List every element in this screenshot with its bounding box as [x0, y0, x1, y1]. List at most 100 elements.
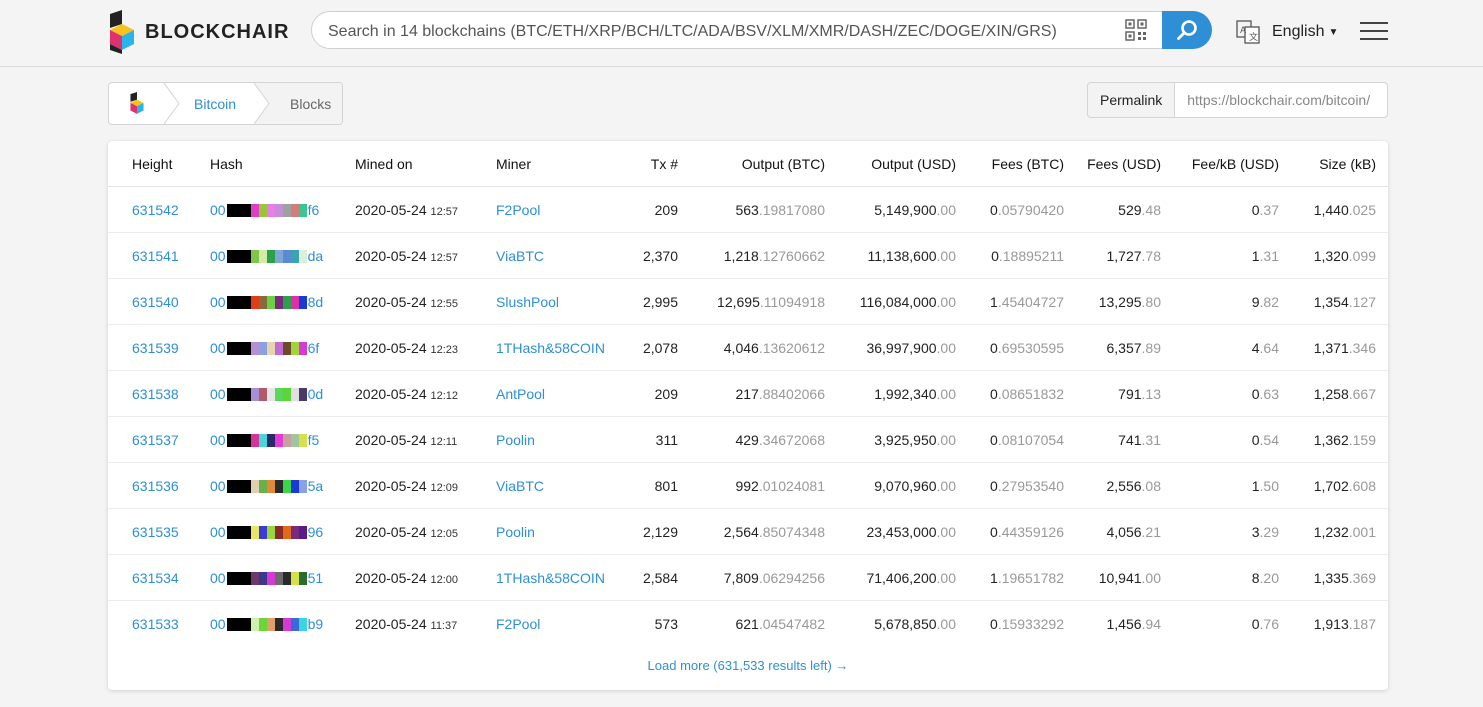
fees-btc-frac: .08651832: [997, 385, 1064, 402]
fees-usd-frac: .80: [1141, 293, 1161, 310]
block-hash-link[interactable]: 00 8d: [210, 294, 323, 310]
fees-btc-int: 0: [990, 523, 998, 540]
block-height-link[interactable]: 631537: [132, 432, 179, 448]
miner-link[interactable]: F2Pool: [496, 202, 540, 218]
miner-link[interactable]: AntPool: [496, 386, 545, 402]
column-header-tx-count[interactable]: Tx #: [616, 141, 678, 187]
qr-code-icon[interactable]: [1125, 19, 1147, 41]
mined-date: 2020-05-24: [355, 247, 427, 264]
column-header-fees-usd[interactable]: Fees (USD): [1064, 141, 1161, 187]
miner-link[interactable]: F2Pool: [496, 616, 540, 632]
load-more-link[interactable]: Load more (631,533 results left) →: [108, 658, 1388, 673]
column-header-fee-per-kb[interactable]: Fee/kB (USD): [1161, 141, 1279, 187]
breadcrumb-home[interactable]: [109, 83, 164, 124]
block-hash-link[interactable]: 00 da: [210, 248, 323, 264]
column-header-hash[interactable]: Hash: [210, 141, 355, 187]
fees-usd-int: 2,556: [1106, 477, 1142, 494]
search-input[interactable]: [326, 20, 1120, 44]
fee-per-kb-frac: .63: [1259, 385, 1279, 402]
hash-prefix: 00: [210, 339, 226, 356]
column-header-output-usd[interactable]: Output (USD): [825, 141, 956, 187]
permalink-url[interactable]: https://blockchair.com/bitcoin/: [1175, 83, 1387, 117]
block-hash-link[interactable]: 00 0d: [210, 386, 323, 402]
fee-per-kb-int: 1: [1251, 247, 1260, 264]
hash-prefix: 00: [210, 247, 226, 264]
block-height-link[interactable]: 631534: [132, 570, 179, 586]
column-header-fees-btc[interactable]: Fees (BTC): [956, 141, 1064, 187]
fees-usd-int: 529: [1118, 201, 1142, 218]
output-usd-int: 5,149,900: [874, 201, 937, 218]
mined-time: 12:09: [430, 481, 459, 494]
output-btc-frac: .88402066: [758, 385, 825, 402]
hash-visual: [226, 250, 307, 264]
hash-visual: [226, 342, 307, 356]
column-header-height[interactable]: Height: [108, 141, 210, 187]
mined-date: 2020-05-24: [355, 293, 427, 310]
miner-link[interactable]: ViaBTC: [496, 248, 544, 264]
output-usd-int: 9,070,960: [874, 477, 937, 494]
output-usd-frac: .00: [936, 477, 956, 494]
block-height-link[interactable]: 631540: [132, 294, 179, 310]
column-header-miner[interactable]: Miner: [496, 141, 616, 187]
size-int: 1,702: [1313, 477, 1349, 494]
output-usd-int: 23,453,000: [866, 523, 937, 540]
fee-per-kb-int: 3: [1251, 523, 1260, 540]
fee-per-kb-frac: .31: [1259, 247, 1279, 264]
size-frac: .187: [1348, 615, 1376, 632]
output-usd-int: 5,678,850: [874, 615, 937, 632]
column-header-mined-on[interactable]: Mined on: [355, 141, 496, 187]
block-hash-link[interactable]: 00 5a: [210, 478, 323, 494]
block-height-link[interactable]: 631541: [132, 248, 179, 264]
block-height-link[interactable]: 631536: [132, 478, 179, 494]
hamburger-menu-icon[interactable]: [1360, 22, 1388, 46]
block-hash-link[interactable]: 00 96: [210, 524, 323, 540]
block-hash-link[interactable]: 00 f6: [210, 202, 319, 218]
hash-prefix: 00: [210, 431, 226, 448]
output-usd-int: 71,406,200: [866, 569, 937, 586]
fees-btc-int: 1: [990, 569, 998, 586]
size-int: 1,440: [1313, 201, 1349, 218]
hash-visual: [226, 526, 307, 540]
hash-suffix: da: [307, 247, 324, 264]
size-int: 1,354: [1313, 293, 1349, 310]
miner-link[interactable]: ViaBTC: [496, 478, 544, 494]
miner-link[interactable]: SlushPool: [496, 294, 559, 310]
mined-time: 12:05: [430, 527, 459, 540]
miner-link[interactable]: 1THash&58COIN: [496, 340, 605, 356]
table-body: 631542 00 f6 2020-05-24 12:57 F2Pool 209 563.1…: [108, 186, 1388, 647]
column-header-output-btc[interactable]: Output (BTC): [678, 141, 825, 187]
output-btc-int: 217: [735, 385, 759, 402]
fees-btc-frac: .19651782: [997, 569, 1064, 586]
fees-btc-int: 0: [990, 615, 998, 632]
miner-link[interactable]: Poolin: [496, 432, 535, 448]
block-hash-link[interactable]: 00 b9: [210, 616, 323, 632]
mined-date: 2020-05-24: [355, 201, 427, 218]
block-height-link[interactable]: 631535: [132, 524, 179, 540]
block-height-link[interactable]: 631538: [132, 386, 179, 402]
block-hash-link[interactable]: 00 6f: [210, 340, 319, 356]
fees-usd-int: 1,727: [1106, 247, 1142, 264]
block-height-link[interactable]: 631533: [132, 616, 179, 632]
breadcrumb-bitcoin[interactable]: Bitcoin: [164, 83, 254, 124]
mined-time: 11:37: [430, 619, 458, 632]
size-int: 1,371: [1313, 339, 1349, 356]
language-selector[interactable]: A 文 English ▼: [1236, 20, 1338, 44]
block-hash-link[interactable]: 00 f5: [210, 432, 319, 448]
block-hash-link[interactable]: 00 51: [210, 570, 323, 586]
fees-usd-frac: .48: [1141, 201, 1161, 218]
miner-link[interactable]: Poolin: [496, 524, 535, 540]
output-usd-frac: .00: [936, 201, 956, 218]
brand-name: BLOCKCHAIR: [145, 20, 290, 43]
fees-btc-int: 0: [990, 385, 998, 402]
block-height-link[interactable]: 631542: [132, 202, 179, 218]
fees-usd-int: 791: [1118, 385, 1142, 402]
column-header-size[interactable]: Size (kB): [1279, 141, 1388, 187]
block-height-link[interactable]: 631539: [132, 340, 179, 356]
search-button[interactable]: [1162, 11, 1212, 49]
size-int: 1,320: [1313, 247, 1349, 264]
miner-link[interactable]: 1THash&58COIN: [496, 570, 605, 586]
tx-count: 2,584: [642, 569, 678, 586]
logo[interactable]: BLOCKCHAIR: [108, 10, 289, 54]
fees-btc-frac: .18895211: [998, 247, 1064, 264]
output-btc-int: 2,564: [723, 523, 759, 540]
